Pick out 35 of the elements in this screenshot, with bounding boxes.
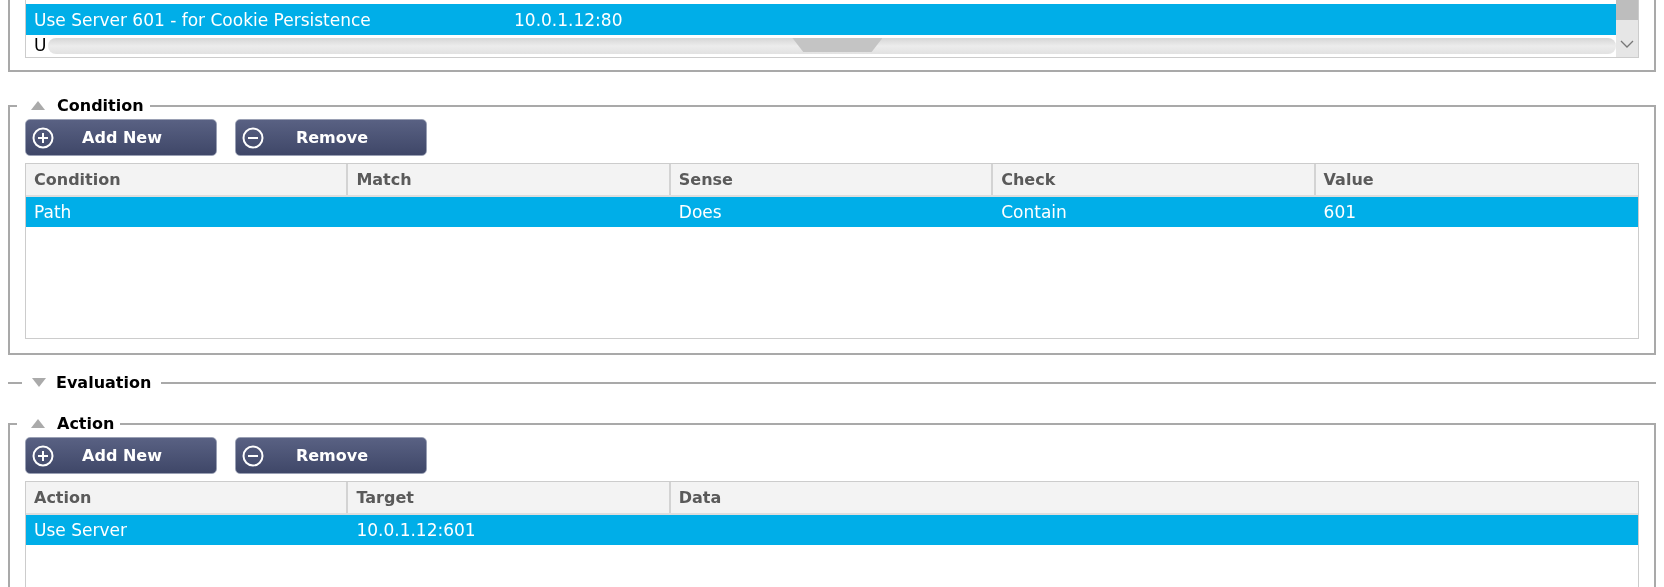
minus-circle-icon bbox=[242, 444, 264, 467]
section-title: Evaluation bbox=[56, 373, 152, 392]
column-header[interactable]: Condition bbox=[26, 164, 349, 195]
column-header[interactable]: Target bbox=[348, 482, 671, 513]
table-cell: 601 bbox=[1323, 202, 1357, 222]
table-cell: Use Server bbox=[34, 520, 127, 540]
section-title: Action bbox=[57, 414, 115, 433]
collapse-triangle-icon[interactable] bbox=[31, 419, 45, 428]
column-header[interactable]: Sense bbox=[670, 164, 994, 195]
remove-button[interactable]: Remove bbox=[235, 437, 427, 474]
section-title: Condition bbox=[57, 96, 144, 115]
minus-circle-icon bbox=[242, 126, 264, 149]
table-cell: Contain bbox=[1001, 202, 1067, 222]
scroll-thumb[interactable] bbox=[1616, 0, 1638, 20]
expand-triangle-icon[interactable] bbox=[32, 378, 46, 387]
remove-button[interactable]: Remove bbox=[235, 119, 427, 156]
chevron-down-icon[interactable] bbox=[1620, 40, 1634, 48]
list-row[interactable]: U bbox=[26, 35, 47, 56]
table-cell: 10.0.1.12:601 bbox=[356, 520, 476, 540]
column-header[interactable]: Value bbox=[1315, 164, 1638, 195]
column-header[interactable]: Action bbox=[26, 482, 349, 513]
table-cell: Path bbox=[34, 202, 72, 222]
plus-circle-icon bbox=[32, 444, 54, 467]
row-address: 10.0.1.12:80 bbox=[514, 9, 623, 30]
row-name: Use Server 601 - for Cookie Persistence bbox=[33, 9, 372, 30]
column-header[interactable]: Match bbox=[348, 164, 671, 195]
column-header[interactable]: Check bbox=[993, 164, 1316, 195]
horizontal-scrollbar[interactable] bbox=[48, 38, 1616, 54]
add-button[interactable]: Add New bbox=[25, 437, 217, 474]
vertical-scrollbar[interactable] bbox=[1616, 0, 1638, 57]
plus-circle-icon bbox=[32, 126, 54, 149]
collapse-triangle-icon[interactable] bbox=[31, 101, 45, 110]
add-button[interactable]: Add New bbox=[25, 119, 217, 156]
column-header[interactable]: Data bbox=[670, 482, 1638, 513]
table-cell: Does bbox=[678, 202, 722, 222]
